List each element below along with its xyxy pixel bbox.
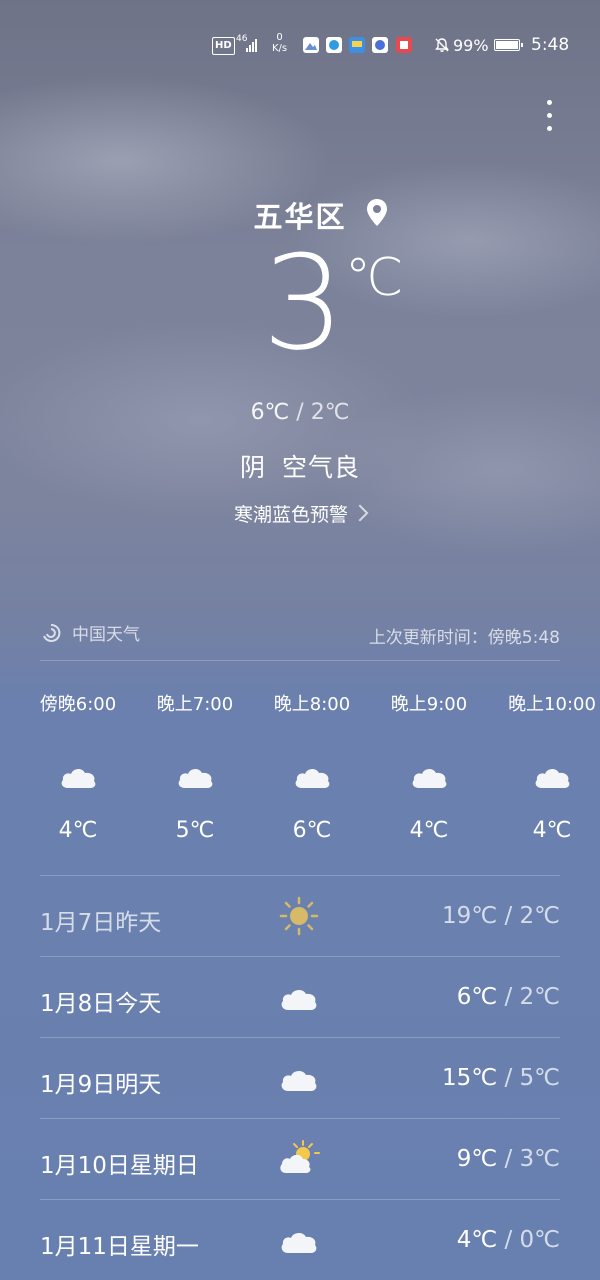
partly-cloudy-icon (280, 1140, 320, 1173)
daily-row-tomorrow[interactable]: 1月9日明天 15℃ / 5℃ (40, 1037, 560, 1118)
hourly-temp: 6℃ (292, 818, 332, 843)
status-bar: HD 46 0 K/s 99% 5:48 (0, 30, 600, 60)
weather-condition: 阴 (239, 453, 266, 482)
sunny-icon (279, 896, 319, 936)
hourly-temp: 5℃ (175, 818, 215, 843)
hourly-item: 晚上9:00 4℃ (369, 680, 489, 850)
cloudy-icon (281, 1232, 317, 1253)
battery-percent: 99% (453, 35, 489, 55)
air-quality: 空气良 (282, 453, 361, 482)
hourly-temp: 4℃ (58, 818, 98, 843)
range-separator: / (504, 903, 513, 929)
range-separator: / (504, 1146, 513, 1172)
hourly-time: 晚上8:00 (273, 694, 351, 715)
day-high: 9℃ (456, 1146, 498, 1172)
cloudy-icon (281, 989, 317, 1010)
hourly-temp: 4℃ (409, 818, 449, 843)
daily-forecast: 1月7日昨天 19℃ / 2℃ 1月8日今天 6℃ / 2℃ 1月9日明天 15… (40, 875, 560, 1280)
daily-row-monday[interactable]: 1月11日星期一 4℃ / 0℃ (40, 1199, 560, 1280)
qq-browser-app-icon (326, 37, 342, 53)
day-temp-range: 15℃ / 5℃ (442, 1065, 560, 1091)
day-high: 4℃ (456, 1227, 498, 1253)
source-row: 中国天气 上次更新时间：傍晚5:48 (40, 620, 560, 650)
gallery-app-icon (303, 37, 319, 53)
day-high: 6℃ (456, 984, 498, 1010)
hourly-time: 傍晚6:00 (39, 694, 117, 715)
hourly-time: 晚上9:00 (390, 694, 468, 715)
day-high: 19℃ (442, 903, 498, 929)
temperature-unit: ℃ (345, 248, 404, 308)
cloudy-icon (535, 768, 570, 788)
range-separator: / (504, 984, 513, 1010)
day-low: 2℃ (519, 903, 560, 929)
current-temperature: 3 (262, 227, 345, 379)
cloudy-icon (61, 768, 96, 788)
day-temp-range: 6℃ / 2℃ (457, 984, 560, 1010)
day-label: 1月9日明天 (40, 1072, 162, 1098)
mute-bell-icon (434, 30, 450, 60)
hourly-time: 晚上10:00 (508, 694, 596, 715)
today-range: 6℃ / 2℃ (0, 400, 600, 425)
net-speed: 0 K/s (272, 32, 287, 58)
day-label: 1月7日昨天 (40, 910, 162, 936)
range-separator: / (504, 1065, 513, 1091)
today-high: 6℃ (250, 400, 290, 425)
chevron-right-icon (351, 504, 369, 522)
day-label: 1月8日今天 (40, 991, 162, 1017)
china-weather-logo-icon (43, 623, 61, 642)
today-low: 2℃ (310, 400, 350, 425)
reader-app-icon (396, 37, 412, 53)
day-temp-range: 19℃ / 2℃ (442, 903, 560, 929)
day-low: 5℃ (519, 1065, 560, 1091)
day-high: 15℃ (442, 1065, 498, 1091)
hourly-item: 傍晚6:00 4℃ (18, 680, 138, 850)
condition-row: 阴空气良 (0, 448, 600, 484)
more-options-icon[interactable] (538, 96, 562, 136)
cloudy-icon (178, 768, 213, 788)
cloudy-icon (281, 1070, 317, 1091)
day-low: 0℃ (519, 1227, 560, 1253)
battery-icon (494, 39, 523, 51)
hourly-temp: 4℃ (532, 818, 572, 843)
source-brand: 中国天气 (40, 620, 140, 645)
divider (40, 660, 560, 661)
cloudy-icon (295, 768, 330, 788)
range-separator: / (504, 1227, 513, 1253)
location-pin-icon (367, 199, 387, 226)
day-label: 1月10日星期日 (40, 1153, 199, 1179)
day-low: 3℃ (519, 1146, 560, 1172)
day-temp-range: 4℃ / 0℃ (457, 1227, 560, 1253)
daily-row-yesterday[interactable]: 1月7日昨天 19℃ / 2℃ (40, 875, 560, 956)
cloudy-icon (412, 768, 447, 788)
music-app-icon (372, 37, 388, 53)
daily-row-today[interactable]: 1月8日今天 6℃ / 2℃ (40, 956, 560, 1037)
source-name: 中国天气 (72, 625, 140, 645)
hourly-time: 晚上7:00 (156, 694, 234, 715)
hourly-item: 晚上8:00 6℃ (252, 680, 372, 850)
signal-icon (246, 38, 257, 52)
last-updated: 上次更新时间：傍晚5:48 (368, 628, 560, 648)
hourly-forecast[interactable]: 傍晚6:00 4℃ 晚上7:00 5℃ 晚上8:00 6℃ 晚上9:00 4℃ … (0, 680, 600, 850)
day-low: 2℃ (519, 984, 560, 1010)
net-speed-value: 0 (276, 32, 283, 43)
daily-row-sunday[interactable]: 1月10日星期日 9℃ / 3℃ (40, 1118, 560, 1199)
alert-text: 寒潮蓝色预警 (233, 504, 348, 526)
hourly-item: 晚上7:00 5℃ (135, 680, 255, 850)
day-temp-range: 9℃ / 3℃ (457, 1146, 560, 1172)
hourly-item: 晚上10:00 4℃ (492, 680, 600, 850)
day-label: 1月11日星期一 (40, 1234, 199, 1260)
net-speed-unit: K/s (272, 43, 288, 54)
news-app-icon (349, 37, 365, 53)
weather-alert-link[interactable]: 寒潮蓝色预警 (0, 500, 600, 527)
range-separator: / (296, 400, 304, 425)
hd-voice-icon: HD (212, 37, 235, 55)
clock-time: 5:48 (531, 35, 570, 55)
